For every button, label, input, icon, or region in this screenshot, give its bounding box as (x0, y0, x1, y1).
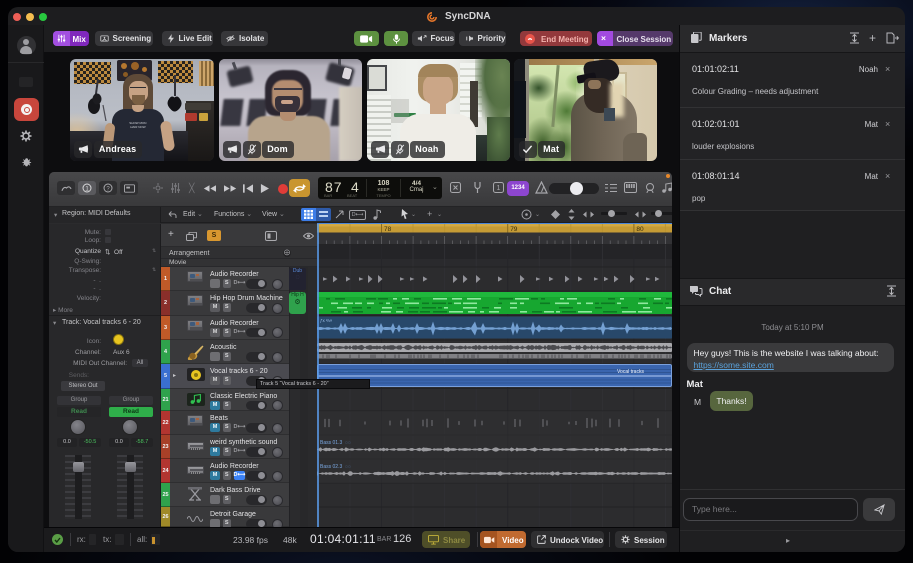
svg-text:78: 78 (384, 226, 392, 233)
svg-text:1: 1 (497, 185, 501, 192)
svg-text:80: 80 (636, 226, 644, 233)
svg-text:Bass 01.3 ◌◌: Bass 01.3 ◌◌ (320, 440, 351, 446)
svg-text:79: 79 (510, 226, 518, 233)
svg-text:Vocal tracks: Vocal tracks (617, 369, 644, 375)
svg-text:Bass 02.3 ◌◌: Bass 02.3 ◌◌ (320, 464, 351, 470)
svg-text:ƒx ⅔×: ƒx ⅔× (320, 318, 333, 323)
svg-text:1: 1 (85, 185, 89, 192)
